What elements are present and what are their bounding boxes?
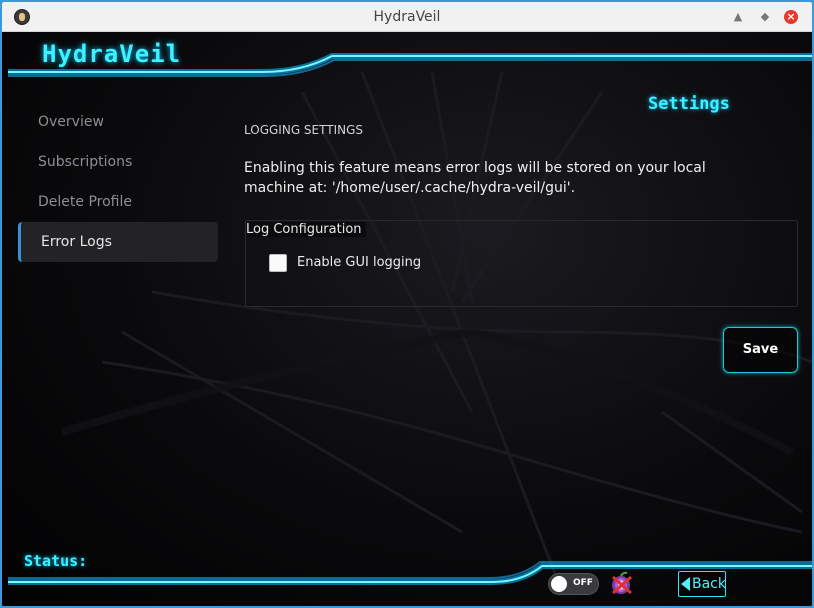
log-configuration-group: Log Configuration Enable GUI logging xyxy=(245,220,798,307)
minimize-icon[interactable]: ▲ xyxy=(731,10,745,24)
group-title: Log Configuration xyxy=(246,222,366,237)
back-button[interactable]: Back xyxy=(678,571,726,597)
status-label: Status: xyxy=(24,552,88,570)
enable-gui-logging-checkbox[interactable] xyxy=(269,254,287,272)
sidebar-item-subscriptions[interactable]: Subscriptions xyxy=(18,142,218,182)
tor-onion-icon[interactable] xyxy=(609,570,635,596)
titlebar[interactable]: HydraVeil ▲ ◆ × xyxy=(2,2,812,32)
sidebar-item-delete-profile[interactable]: Delete Profile xyxy=(18,182,218,222)
enable-gui-logging-label[interactable]: Enable GUI logging xyxy=(297,255,421,270)
main-content: HydraVeil Settings Overview Subscription… xyxy=(2,32,812,606)
page-title: Settings xyxy=(648,94,730,114)
sidebar-item-error-logs[interactable]: Error Logs xyxy=(18,222,218,262)
sidebar-item-overview[interactable]: Overview xyxy=(18,102,218,142)
toggle-state-label: OFF xyxy=(573,578,593,588)
window-title: HydraVeil xyxy=(373,9,441,25)
toggle-knob xyxy=(551,576,567,592)
connection-toggle[interactable]: OFF xyxy=(548,573,599,595)
save-button[interactable]: Save xyxy=(723,327,798,373)
maximize-icon[interactable]: ◆ xyxy=(758,10,772,24)
app-window: HydraVeil ▲ ◆ × HydraVeil Settings Overv… xyxy=(0,0,814,608)
sidebar: Overview Subscriptions Delete Profile Er… xyxy=(18,102,218,262)
back-button-label: Back xyxy=(692,576,726,592)
logging-description: Enabling this feature means error logs w… xyxy=(244,160,706,196)
app-logo: HydraVeil xyxy=(42,40,182,68)
section-title: LOGGING SETTINGS xyxy=(244,123,364,137)
close-icon[interactable]: × xyxy=(784,10,798,24)
arrow-left-icon xyxy=(681,577,690,591)
